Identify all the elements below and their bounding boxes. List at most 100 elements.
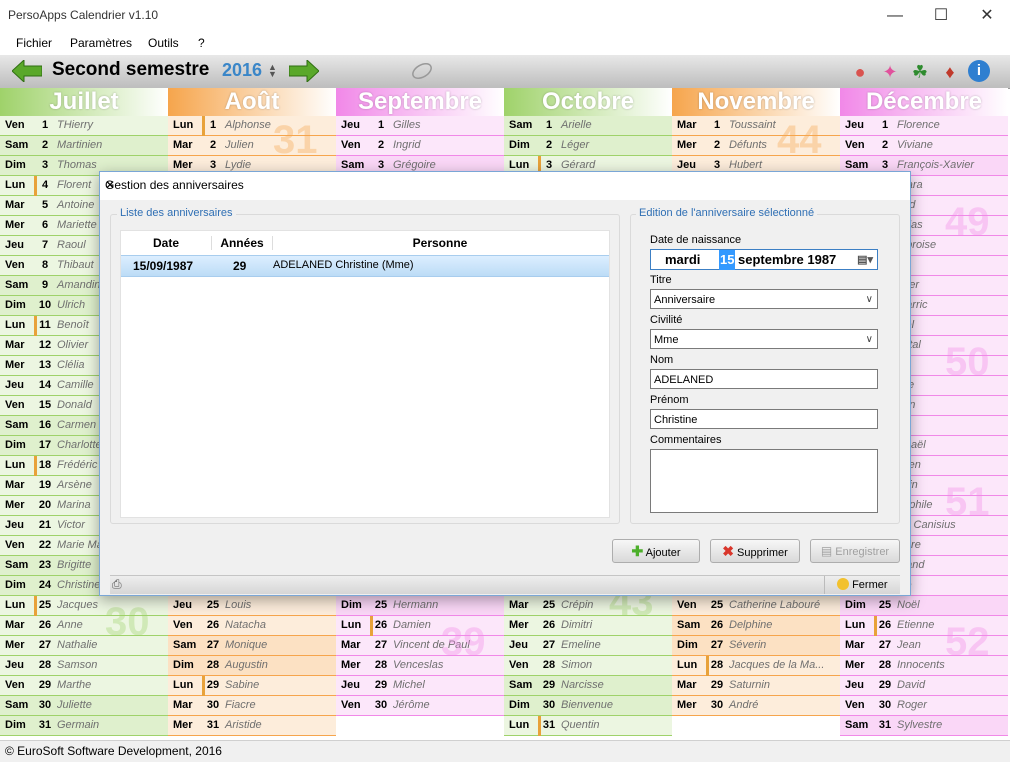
day-number: 8 — [41, 259, 49, 271]
day-row[interactable]: Mer 30 André — [672, 696, 840, 716]
day-row[interactable]: Dim 25 Noël — [840, 596, 1008, 616]
minimize-button[interactable]: — — [872, 2, 918, 29]
day-row[interactable]: Dim 2 Léger — [504, 136, 672, 156]
day-row[interactable]: Mar 29 Saturnin — [672, 676, 840, 696]
prenom-input[interactable]: Christine — [650, 409, 878, 429]
day-row[interactable]: Ven 2 Ingrid — [336, 136, 504, 156]
day-row[interactable]: Lun 28 Jacques de la Ma... — [672, 656, 840, 676]
week-number: 51 — [945, 480, 990, 524]
menu-parametres[interactable]: Paramètres — [70, 36, 132, 50]
day-row[interactable]: Dim 30 Bienvenue — [504, 696, 672, 716]
day-row[interactable]: Ven 30 Roger — [840, 696, 1008, 716]
day-row[interactable]: Sam 30 Juliette — [0, 696, 168, 716]
year-spinner-icon[interactable]: ▲ ▼ — [268, 63, 277, 79]
printer-icon[interactable]: ⎙ — [112, 577, 122, 592]
palm-tree-icon[interactable]: ☘ — [908, 60, 932, 84]
save-disk-icon: ▤ — [820, 544, 833, 558]
birth-date-picker[interactable]: mardi 15 septembre 1987 ▤▾ — [650, 249, 878, 270]
day-row[interactable]: Jeu 1 Gilles — [336, 116, 504, 136]
close-button[interactable]: ✕ — [964, 2, 1010, 29]
day-row[interactable]: Sam 2 Martinien — [0, 136, 168, 156]
saint-name: Marthe — [57, 679, 92, 691]
day-name: Lun — [173, 679, 194, 691]
titre-select[interactable]: Anniversaire ∨ — [650, 289, 878, 309]
day-row[interactable]: Sam 1 Arielle — [504, 116, 672, 136]
month-header[interactable]: Septembre — [336, 88, 504, 116]
week-start-marker — [874, 616, 877, 636]
civilite-label: Civilité — [650, 314, 683, 326]
day-row[interactable]: Dim 31 Germain — [0, 716, 168, 736]
save-button[interactable]: ▤ Enregistrer — [810, 539, 900, 563]
day-row[interactable]: Sam 31 Sylvestre — [840, 716, 1008, 736]
balloons-icon[interactable]: ● — [848, 60, 872, 84]
saint-name: Anne — [57, 619, 83, 631]
saint-name: Damien — [393, 619, 431, 631]
column-years[interactable]: Années — [211, 236, 273, 250]
saint-name: Bienvenue — [561, 699, 613, 711]
day-row[interactable]: Ven 30 Jérôme — [336, 696, 504, 716]
nom-input[interactable]: ADELANED — [650, 369, 878, 389]
day-row[interactable]: Dim 27 Séverin — [672, 636, 840, 656]
day-row[interactable]: Mar 30 Fiacre — [168, 696, 336, 716]
delete-button[interactable]: ✖ Supprimer — [710, 539, 800, 563]
day-row[interactable]: Dim 28 Augustin — [168, 656, 336, 676]
add-button[interactable]: ✚ Ajouter — [612, 539, 700, 563]
list-item[interactable]: 15/09/1987 29 ADELANED Christine (Mme) — [121, 255, 609, 277]
pin-icon[interactable]: ✦ — [878, 60, 902, 84]
day-row[interactable]: Ven 29 Marthe — [0, 676, 168, 696]
day-row[interactable]: Sam 26 Delphine — [672, 616, 840, 636]
day-row[interactable]: Ven 2 Viviane — [840, 136, 1008, 156]
day-row[interactable]: Jeu 29 Michel — [336, 676, 504, 696]
dialog-close-icon[interactable]: ✕ — [105, 178, 904, 192]
month-header[interactable]: Novembre — [672, 88, 840, 116]
previous-arrow-icon[interactable] — [12, 60, 42, 82]
month-header[interactable]: Août — [168, 88, 336, 116]
menu-fichier[interactable]: Fichier — [16, 36, 52, 50]
saint-name: Monique — [225, 639, 268, 651]
saint-name: Nathalie — [57, 639, 98, 651]
copyright-text: © EuroSoft Software Development, 2016 — [5, 744, 222, 758]
info-icon[interactable]: i — [968, 60, 992, 84]
moon-icon[interactable] — [410, 61, 434, 81]
day-row[interactable]: Lun 29 Sabine — [168, 676, 336, 696]
day-row[interactable]: Jeu 1 Florence — [840, 116, 1008, 136]
day-row[interactable]: Jeu 29 David — [840, 676, 1008, 696]
month-header[interactable]: Décembre — [840, 88, 1008, 116]
day-number: 3 — [41, 159, 49, 171]
birth-day[interactable]: 15 — [719, 250, 736, 270]
saint-name: Olivier — [57, 339, 89, 351]
calendar-dropdown-icon[interactable]: ▤▾ — [857, 250, 873, 270]
menu-outils[interactable]: Outils — [148, 36, 179, 50]
day-name: Sam — [5, 279, 29, 291]
status-bar: © EuroSoft Software Development, 2016 — [0, 740, 1010, 762]
birthday-list[interactable]: Date Années Personne 15/09/1987 29 ADELA… — [120, 230, 610, 518]
next-arrow-icon[interactable] — [289, 60, 319, 82]
day-row[interactable]: Ven 1 THierry — [0, 116, 168, 136]
day-row[interactable]: Sam 27 Monique — [168, 636, 336, 656]
month-header[interactable]: Juillet — [0, 88, 168, 116]
day-row[interactable]: Ven 26 Natacha — [168, 616, 336, 636]
day-name: Mar — [5, 339, 25, 351]
civilite-select[interactable]: Mme ∨ — [650, 329, 878, 349]
menu-help[interactable]: ? — [198, 36, 205, 50]
day-row[interactable]: Mer 31 Aristide — [168, 716, 336, 736]
column-person[interactable]: Personne — [271, 236, 609, 250]
day-row[interactable]: Sam 29 Narcisse — [504, 676, 672, 696]
saint-name: Etienne — [897, 619, 935, 631]
column-date[interactable]: Date — [121, 236, 211, 250]
day-row[interactable]: Jeu 25 Louis — [168, 596, 336, 616]
day-row[interactable]: Jeu 28 Samson — [0, 656, 168, 676]
comment-textarea[interactable] — [650, 449, 878, 513]
day-row[interactable]: Ven 28 Simon — [504, 656, 672, 676]
month-header[interactable]: Octobre — [504, 88, 672, 116]
day-row[interactable]: Dim 25 Hermann — [336, 596, 504, 616]
day-number: 28 — [542, 659, 556, 671]
day-row[interactable]: Lun 31 Quentin — [504, 716, 672, 736]
year-value[interactable]: 2016 — [222, 60, 262, 81]
day-number: 31 — [38, 719, 52, 731]
day-row[interactable]: Jeu 27 Emeline — [504, 636, 672, 656]
close-dialog-button[interactable]: Fermer — [824, 576, 899, 594]
day-row[interactable]: Ven 25 Catherine Labouré — [672, 596, 840, 616]
maximize-button[interactable]: ☐ — [918, 2, 964, 29]
gift-icon[interactable]: ♦ — [938, 60, 962, 84]
